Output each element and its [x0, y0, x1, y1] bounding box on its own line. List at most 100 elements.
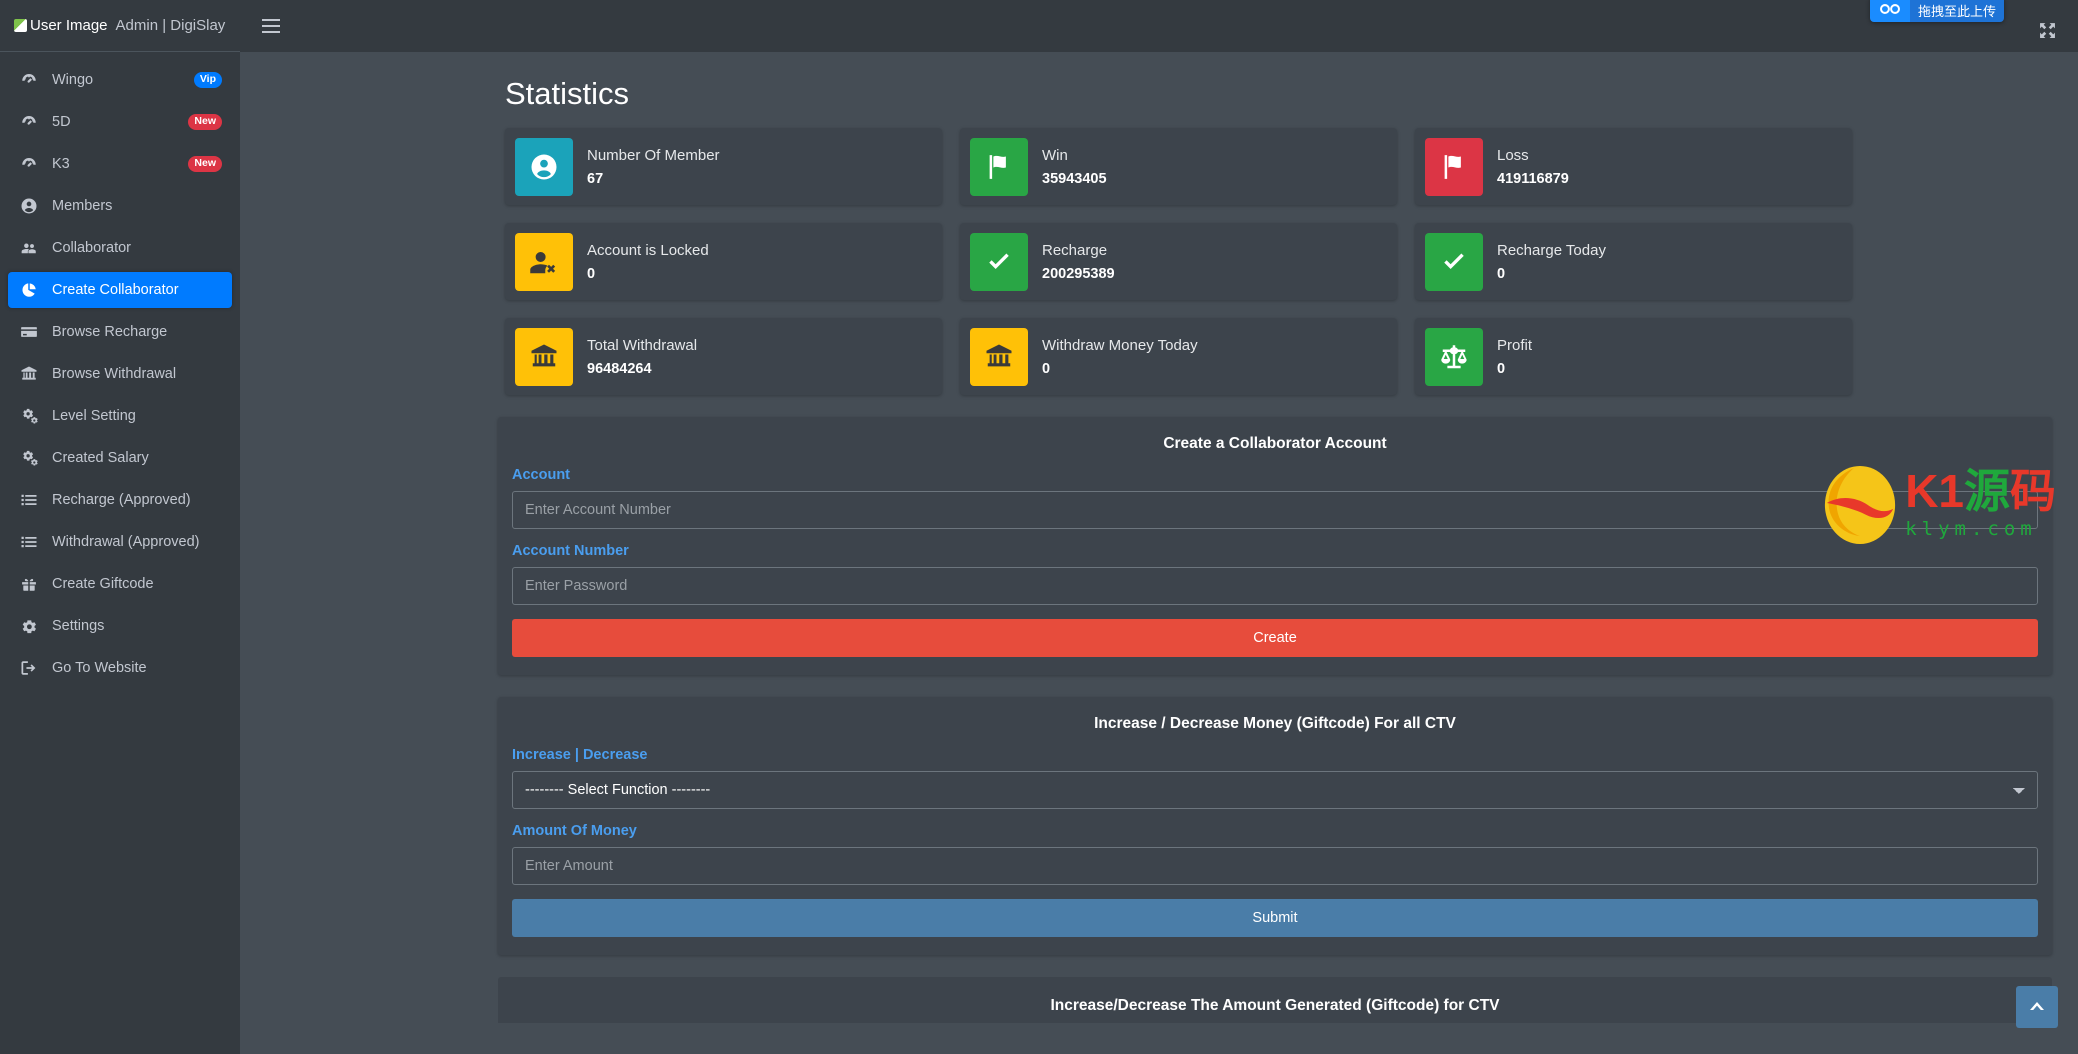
chevron-up-icon: [2030, 1002, 2044, 1010]
sidebar-item-collaborator[interactable]: Collaborator: [8, 230, 232, 266]
brand-header[interactable]: User Image Admin | DigiSlay: [0, 0, 240, 52]
sidebar-item-create-collaborator[interactable]: Create Collaborator: [8, 272, 232, 308]
panel-generated-giftcode: Increase/Decrease The Amount Generated (…: [498, 977, 2052, 1023]
stat-card-title: Loss: [1497, 146, 1529, 164]
hamburger-icon[interactable]: [258, 15, 284, 37]
check-icon: [970, 232, 1028, 291]
account-input[interactable]: [512, 491, 2038, 529]
create-button[interactable]: Create: [512, 619, 2038, 657]
sidebar-item-create-giftcode[interactable]: Create Giftcode: [8, 566, 232, 602]
sidebar-item-label: Created Salary: [52, 450, 149, 466]
sidebar-item-created-salary[interactable]: Created Salary: [8, 440, 232, 476]
panel-giftcode-all-ctv: Increase / Decrease Money (Giftcode) For…: [498, 697, 2052, 955]
sidebar-item-label: Settings: [52, 618, 105, 634]
stat-card-title: Recharge Today: [1497, 241, 1606, 259]
sidebar-item-label: Level Setting: [52, 408, 136, 424]
stat-card-value: 0: [1042, 360, 1051, 377]
user-circle-icon: [515, 137, 573, 196]
stat-card-body: Withdraw Money Today 0: [1042, 337, 1198, 377]
sidebar-item-browse-withdrawal[interactable]: Browse Withdrawal: [8, 356, 232, 392]
sidebar-item-level-setting[interactable]: Level Setting: [8, 398, 232, 434]
stat-card-value: 0: [1497, 265, 1506, 282]
stat-card-value: 0: [1497, 360, 1506, 377]
app-root: User Image Admin | DigiSlay Wingo Vip 5D Ne…: [0, 0, 2078, 1054]
stat-card-grid: Number Of Member 67 Win 35943405 Loss 4191168…: [240, 128, 2078, 395]
stat-card-title: Recharge: [1042, 241, 1108, 259]
check-icon: [1425, 232, 1483, 291]
sidebar: User Image Admin | DigiSlay Wingo Vip 5D Ne…: [0, 0, 240, 1054]
tachometer-icon: [18, 112, 40, 132]
account-label: Account: [512, 467, 570, 483]
stat-card: Recharge 200295389: [960, 223, 1397, 300]
page-title: Statistics: [505, 76, 630, 111]
stat-card-title: Total Withdrawal: [587, 336, 698, 354]
tachometer-icon: [18, 154, 40, 174]
sidebar-item-5d[interactable]: 5D New: [8, 104, 232, 140]
sidebar-item-label: 5D: [52, 114, 71, 130]
list-icon: [18, 490, 40, 510]
sidebar-badge-new: New: [188, 114, 222, 130]
sidebar-nav: Wingo Vip 5D New K3 New Members Collaborator Cre…: [0, 52, 240, 1054]
stat-card-title: Number Of Member: [587, 146, 720, 164]
cogs-icon: [18, 406, 40, 426]
user-times-icon: [515, 232, 573, 291]
stat-card-body: Recharge Today 0: [1497, 242, 1606, 282]
sidebar-item-settings[interactable]: Settings: [8, 608, 232, 644]
scroll-to-top-button[interactable]: [2016, 986, 2058, 1028]
sidebar-item-k3[interactable]: K3 New: [8, 146, 232, 182]
sidebar-item-recharge-approved[interactable]: Recharge (Approved): [8, 482, 232, 518]
field-increase-decrease: Increase | Decrease -------- Select Func…: [512, 747, 2038, 809]
field-account: Account: [512, 467, 2038, 529]
list-icon: [18, 532, 40, 552]
stat-card-body: Profit 0: [1497, 337, 1532, 377]
select-function-dropdown[interactable]: -------- Select Function --------: [512, 771, 2038, 809]
sidebar-item-withdrawal-approved[interactable]: Withdrawal (Approved): [8, 524, 232, 560]
panel-giftcode-heading: Increase / Decrease Money (Giftcode) For…: [1094, 715, 1456, 732]
sidebar-item-label: K3: [52, 156, 70, 172]
stat-card-value: 35943405: [1042, 170, 1107, 187]
user-image-alt-text: User Image: [30, 17, 108, 34]
sidebar-item-label: Recharge (Approved): [52, 492, 191, 508]
field-amount: Amount Of Money: [512, 823, 2038, 885]
stat-card-value: 67: [587, 170, 604, 187]
main-area: 拖拽至此上传 Statistics Number Of Member 67 Win 3…: [240, 0, 2078, 1054]
gift-icon: [18, 574, 40, 594]
expand-arrows-icon[interactable]: [2039, 22, 2056, 44]
stat-card: Loss 419116879: [1415, 128, 1852, 205]
sidebar-item-label: Create Giftcode: [52, 576, 154, 592]
sidebar-item-browse-recharge[interactable]: Browse Recharge: [8, 314, 232, 350]
stat-card-title: Withdraw Money Today: [1042, 336, 1198, 354]
bank-icon: [515, 327, 573, 386]
cogs-icon: [18, 448, 40, 468]
flag-icon: [970, 137, 1028, 196]
sidebar-item-label: Withdrawal (Approved): [52, 534, 200, 550]
sidebar-item-members[interactable]: Members: [8, 188, 232, 224]
infinity-icon: [1869, 0, 1910, 22]
stat-card-title: Profit: [1497, 336, 1533, 354]
user-circle-icon: [18, 196, 40, 216]
stat-card-title: Win: [1042, 146, 1068, 164]
bank-icon: [970, 327, 1028, 386]
stat-card-value: 0: [587, 265, 596, 282]
stat-card-title: Account is Locked: [587, 241, 709, 259]
stat-card-body: Loss 419116879: [1497, 147, 1569, 187]
extension-upload-label: 拖拽至此上传: [1909, 0, 2004, 22]
submit-button[interactable]: Submit: [512, 899, 2038, 937]
extension-upload-badge[interactable]: 拖拽至此上传: [1869, 0, 2004, 22]
stat-card-body: Number Of Member 67: [587, 147, 720, 187]
stat-card-body: Win 35943405: [1042, 147, 1107, 187]
sign-out-icon: [18, 658, 40, 678]
password-input[interactable]: [512, 567, 2038, 605]
sidebar-item-wingo[interactable]: Wingo Vip: [8, 62, 232, 98]
sidebar-item-label: Members: [52, 198, 113, 214]
stat-card: Withdraw Money Today 0: [960, 318, 1397, 395]
panel-generated-heading: Increase/Decrease The Amount Generated (…: [1050, 997, 1500, 1014]
sidebar-badge-new: New: [188, 156, 222, 172]
amount-input[interactable]: [512, 847, 2038, 885]
stat-card-body: Recharge 200295389: [1042, 242, 1115, 282]
sidebar-badge-vip: Vip: [193, 72, 222, 88]
field-password: Account Number: [512, 543, 2038, 605]
stat-card: Account is Locked 0: [505, 223, 942, 300]
bank-icon: [18, 364, 40, 384]
sidebar-item-go-to-website[interactable]: Go To Website: [8, 650, 232, 686]
